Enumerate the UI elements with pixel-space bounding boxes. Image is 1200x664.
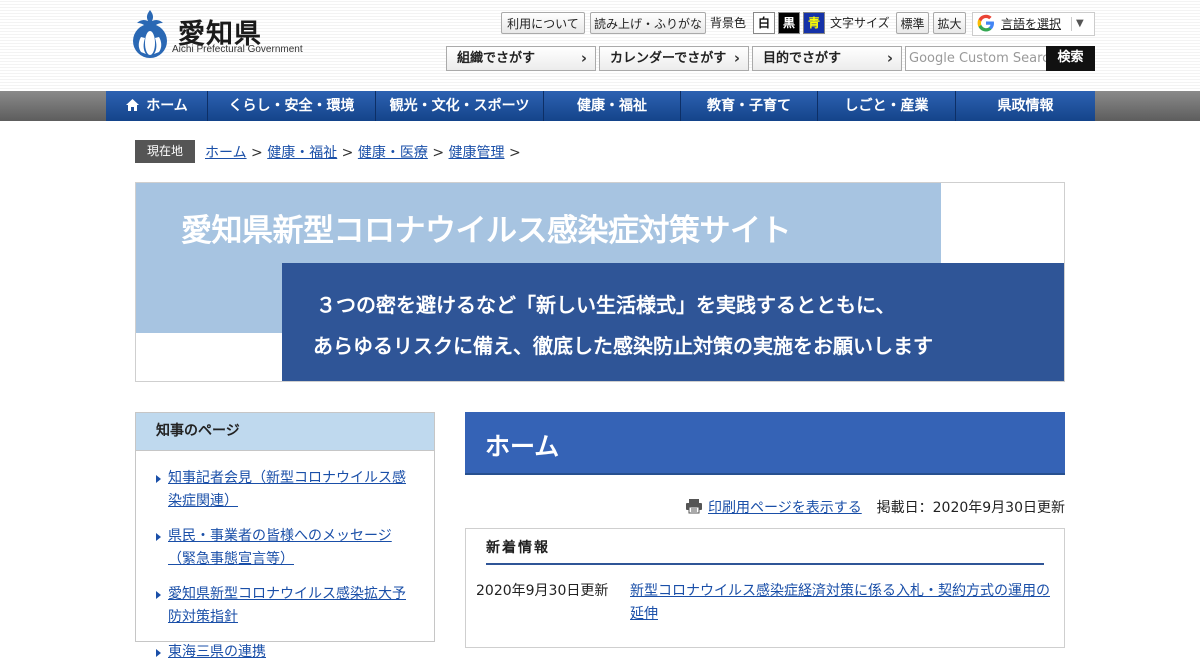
covid-banner[interactable]: 愛知県新型コロナウイルス感染症対策サイト ３つの密を避けるなど「新しい生活様式」… (135, 182, 1065, 382)
governor-sidebar: 知事のページ 知事記者会見（新型コロナウイルス感染症関連） 県民・事業者の皆様へ… (135, 412, 435, 660)
language-select[interactable]: 言語を選択 ▼ (972, 12, 1095, 36)
prefecture-emblem-icon (133, 10, 167, 58)
search-by-organization-button[interactable]: 組織でさがす › (446, 46, 596, 71)
banner-message-line-1: ３つの密を避けるなど「新しい生活様式」を実践するとともに、 (316, 293, 896, 317)
sidebar-item: 愛知県新型コロナウイルス感染拡大予防対策指針 (136, 583, 434, 629)
banner-dark-panel (282, 263, 1064, 381)
sidebar-list: 知事記者会見（新型コロナウイルス感染症関連） 県民・事業者の皆様へのメッセージ（… (136, 451, 434, 664)
sidebar-heading: 知事のページ (136, 413, 434, 451)
banner-title: 愛知県新型コロナウイルス感染症対策サイト (181, 213, 792, 249)
font-standard-button[interactable]: 標準 (896, 12, 929, 34)
bg-blue-button[interactable]: 青 (803, 12, 825, 34)
search-by-calendar-button[interactable]: カレンダーでさがす › (599, 46, 749, 71)
bg-white-button[interactable]: 白 (753, 12, 775, 34)
sidebar-link-prevention-guidelines[interactable]: 愛知県新型コロナウイルス感染拡大予防対策指針 (168, 586, 406, 625)
chevron-right-icon: › (580, 49, 587, 67)
print-page-link[interactable]: 印刷用ページを表示する (708, 497, 862, 517)
nav-item-living-safety-environment[interactable]: くらし・安全・環境 (208, 91, 376, 121)
page-title-bar: ホーム (465, 412, 1065, 475)
news-item-date: 2020年9月30日更新 (476, 583, 609, 599)
site-logo[interactable]: 愛知県 Aichi Prefectural Government (130, 8, 330, 58)
printer-icon (686, 499, 702, 514)
search-by-purpose-button[interactable]: 目的でさがす › (752, 46, 902, 71)
site-header: 愛知県 Aichi Prefectural Government 利用について … (0, 0, 1200, 91)
news-box: 新着情報 2020年9月30日更新 新型コロナウイルス感染症経済対策に係る入札・… (465, 528, 1065, 648)
sidebar-item: 県民・事業者の皆様へのメッセージ（緊急事態宣言等） (136, 525, 434, 571)
read-aloud-furigana-button[interactable]: 読み上げ・ふりがな (590, 12, 706, 34)
breadcrumb-link-health-medical[interactable]: 健康・医療 (358, 145, 428, 161)
usage-guide-button[interactable]: 利用について (501, 12, 585, 34)
sidebar-item: 東海三県の連携 (136, 641, 434, 664)
language-select-divider (1071, 17, 1072, 31)
triangle-right-icon (156, 649, 161, 657)
triangle-right-icon (156, 591, 161, 599)
current-location-badge: 現在地 (135, 140, 195, 163)
breadcrumb-link-home[interactable]: ホーム (205, 145, 247, 161)
triangle-right-icon (156, 533, 161, 541)
nav-item-prefectural-info[interactable]: 県政情報 (956, 91, 1095, 121)
sidebar-link-tokai-cooperation[interactable]: 東海三県の連携 (168, 644, 266, 660)
language-select-label: 言語を選択 (1001, 17, 1062, 31)
sidebar-item: 知事記者会見（新型コロナウイルス感染症関連） (136, 467, 434, 513)
news-heading: 新着情報 (486, 537, 1044, 565)
print-row: 印刷用ページを表示する 掲載日：2020年9月30日更新 (685, 496, 1065, 518)
bg-black-button[interactable]: 黒 (778, 12, 800, 34)
breadcrumb-separator: > (246, 145, 268, 161)
nav-item-education-childcare[interactable]: 教育・子育て (681, 91, 818, 121)
news-item-link[interactable]: 新型コロナウイルス感染症経済対策に係る入札・契約方式の運用の延伸 (630, 580, 1060, 626)
font-size-label: 文字サイズ (830, 16, 890, 30)
nav-item-home-label: ホーム (146, 98, 188, 114)
site-search-input[interactable]: Google Custom Search (905, 46, 1047, 71)
bg-color-label: 背景色 (710, 16, 747, 30)
search-by-organization-label: 組織でさがす (457, 51, 536, 66)
nav-item-home[interactable]: ホーム (106, 91, 208, 121)
page-title: ホーム (485, 432, 560, 461)
breadcrumb-link-health-management[interactable]: 健康管理 (449, 145, 505, 161)
home-icon (126, 99, 140, 111)
google-g-icon (977, 14, 994, 32)
chevron-right-icon: › (886, 49, 893, 67)
banner-message-line-2: あらゆるリスクに備え、徹底した感染防止対策の実施をお願いします (313, 334, 933, 358)
breadcrumb-separator: > (337, 145, 358, 161)
triangle-right-icon (156, 475, 161, 483)
global-nav: ホーム くらし・安全・環境 観光・文化・スポーツ 健康・福祉 教育・子育て しご… (106, 91, 1095, 121)
nav-item-health-welfare[interactable]: 健康・福祉 (544, 91, 681, 121)
breadcrumb-separator: > (504, 145, 521, 161)
font-enlarge-button[interactable]: 拡大 (933, 12, 966, 34)
search-by-purpose-label: 目的でさがす (763, 51, 842, 66)
chevron-right-icon: › (733, 49, 740, 67)
breadcrumb-separator: > (427, 145, 449, 161)
search-submit-button[interactable]: 検索 (1046, 46, 1095, 71)
posted-date: 掲載日：2020年9月30日更新 (876, 500, 1065, 516)
dropdown-arrow-icon: ▼ (1076, 18, 1084, 29)
sidebar-link-message[interactable]: 県民・事業者の皆様へのメッセージ（緊急事態宣言等） (168, 528, 392, 567)
sidebar-link-press-conference[interactable]: 知事記者会見（新型コロナウイルス感染症関連） (168, 470, 406, 509)
logo-text-english: Aichi Prefectural Government (172, 44, 303, 55)
nav-item-tourism-culture-sports[interactable]: 観光・文化・スポーツ (376, 91, 544, 121)
nav-item-work-industry[interactable]: しごと・産業 (818, 91, 956, 121)
breadcrumb-trail: ホーム > 健康・福祉 > 健康・医療 > 健康管理 > (205, 142, 521, 162)
search-by-calendar-label: カレンダーでさがす (610, 51, 727, 66)
breadcrumb-link-health-welfare[interactable]: 健康・福祉 (267, 145, 337, 161)
